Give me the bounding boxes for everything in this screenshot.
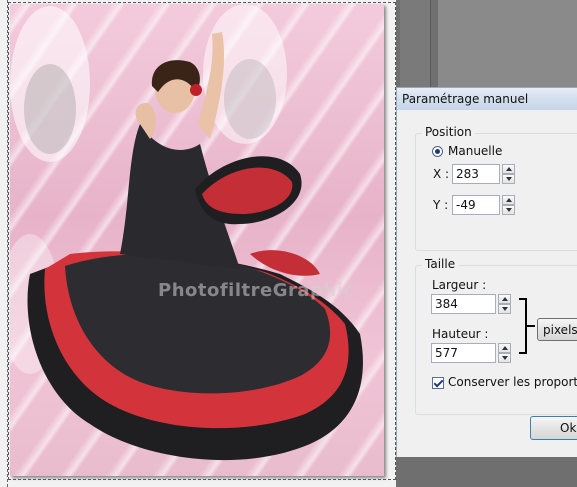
- canvas-guide-line: [7, 0, 8, 487]
- manual-position-radio[interactable]: [432, 146, 443, 157]
- aspect-link-connector: [527, 325, 535, 327]
- x-label: X :: [433, 167, 450, 181]
- flamenco-dancer-picture: [10, 4, 363, 461]
- ok-button[interactable]: Ok: [530, 416, 577, 440]
- height-decrement-icon[interactable]: [498, 353, 511, 363]
- height-increment-icon[interactable]: [498, 343, 511, 353]
- keep-proportions-checkbox[interactable]: [432, 377, 444, 389]
- height-input[interactable]: 577: [431, 343, 496, 363]
- y-input[interactable]: -49: [452, 195, 500, 215]
- dialog-titlebar[interactable]: Paramétrage manuel: [397, 88, 577, 110]
- width-increment-icon[interactable]: [498, 294, 511, 304]
- y-decrement-icon[interactable]: [502, 205, 515, 215]
- watermark-text: PhotofiltreGraphic: [158, 280, 355, 301]
- x-input[interactable]: 283: [452, 164, 500, 184]
- position-group-label: Position: [422, 125, 475, 139]
- width-spinner[interactable]: [498, 294, 511, 314]
- manual-position-label: Manuelle: [448, 144, 503, 158]
- aspect-link-bracket-icon: [519, 298, 527, 354]
- dialog-title: Paramétrage manuel: [402, 92, 529, 106]
- workspace-panel-edge: [400, 0, 431, 90]
- width-decrement-icon[interactable]: [498, 304, 511, 314]
- size-group-label: Taille: [422, 257, 459, 271]
- height-label: Hauteur :: [432, 327, 489, 341]
- y-increment-icon[interactable]: [502, 195, 515, 205]
- y-label: Y :: [433, 198, 449, 212]
- manual-settings-dialog: Paramétrage manuel Position Taille: [396, 87, 577, 457]
- height-spinner[interactable]: [498, 343, 511, 363]
- y-spinner[interactable]: [502, 195, 515, 215]
- x-increment-icon[interactable]: [502, 164, 515, 174]
- keep-proportions-label: Conserver les proportions: [448, 375, 577, 389]
- width-label: Largeur :: [432, 278, 487, 292]
- workspace-panel: [438, 0, 577, 90]
- x-spinner[interactable]: [502, 164, 515, 184]
- x-decrement-icon[interactable]: [502, 174, 515, 184]
- units-select[interactable]: pixels: [537, 318, 577, 341]
- photo-image: PhotofiltreGraphic: [10, 4, 384, 476]
- width-input[interactable]: 384: [431, 294, 496, 314]
